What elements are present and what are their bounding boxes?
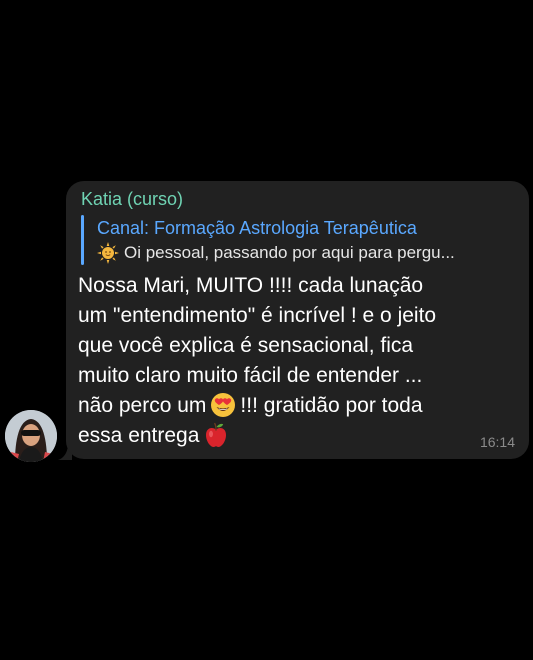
red-apple-emoji-icon [206, 422, 227, 447]
message-line: muito claro muito fácil de entender ... [78, 364, 423, 387]
message-segment: essa entrega [78, 424, 200, 447]
message-line: essa entrega [78, 421, 518, 451]
sender-avatar[interactable] [5, 410, 57, 462]
message-text: Nossa Mari, MUITO !!!! cada lunação um "… [78, 271, 518, 451]
reply-accent-bar [81, 215, 84, 265]
message-segment: !!! gratidão por toda [240, 394, 423, 417]
reply-quote[interactable]: Canal: Formação Astrologia Terapêutica O… [81, 215, 521, 265]
message-line: um "entendimento" é incrível ! e o jeito [78, 304, 437, 327]
heart-eyes-emoji-icon [211, 393, 236, 417]
reply-channel-title: Canal: Formação Astrologia Terapêutica [97, 218, 417, 238]
sun-face-emoji-icon [97, 242, 119, 264]
message-line: não perco um !!! gratidão por toda [78, 391, 518, 421]
reply-preview-text: Oi pessoal, passando por aqui para pergu… [124, 243, 455, 262]
message-line: que você explica é sensacional, fica [78, 334, 414, 357]
message-bubble[interactable]: Katia (curso) Canal: Formação Astrologia… [66, 181, 529, 459]
sender-photo [5, 410, 57, 462]
message-line: Nossa Mari, MUITO !!!! cada lunação [78, 274, 424, 297]
message-segment: não perco um [78, 394, 207, 417]
sender-name[interactable]: Katia (curso) [81, 188, 183, 210]
message-timestamp: 16:14 [479, 434, 515, 450]
